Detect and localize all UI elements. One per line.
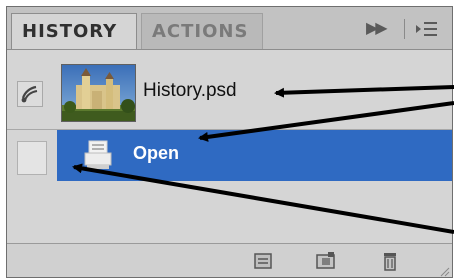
open-document-icon xyxy=(73,139,113,173)
history-state-label: Open xyxy=(133,143,180,163)
panel-tab-bar: HISTORY ACTIONS ▶▶ xyxy=(7,7,452,50)
tab-history[interactable]: HISTORY xyxy=(11,13,137,49)
history-state-row[interactable]: Open xyxy=(7,130,452,181)
new-document-from-state-icon[interactable] xyxy=(252,250,274,272)
resize-grip-icon[interactable] xyxy=(438,264,450,277)
history-panel: HISTORY ACTIONS ▶▶ History.psd Open xyxy=(6,6,453,278)
snapshot-row[interactable]: History.psd xyxy=(7,50,452,130)
history-brush-icon[interactable] xyxy=(17,81,43,107)
snapshot-thumbnail xyxy=(61,64,136,122)
trash-icon[interactable] xyxy=(379,250,401,272)
double-right-arrow-icon[interactable]: ▶▶ xyxy=(366,18,388,37)
controls-divider xyxy=(404,19,405,39)
history-source-checkbox[interactable] xyxy=(17,141,47,175)
panel-bottom-bar xyxy=(7,243,452,277)
new-snapshot-icon[interactable] xyxy=(315,250,337,272)
panel-menu-icon[interactable] xyxy=(416,20,438,38)
state-gutter xyxy=(7,130,57,181)
panel-controls: ▶▶ xyxy=(358,18,446,40)
snapshot-name: History.psd xyxy=(143,80,237,101)
tab-actions[interactable]: ACTIONS xyxy=(141,13,263,49)
